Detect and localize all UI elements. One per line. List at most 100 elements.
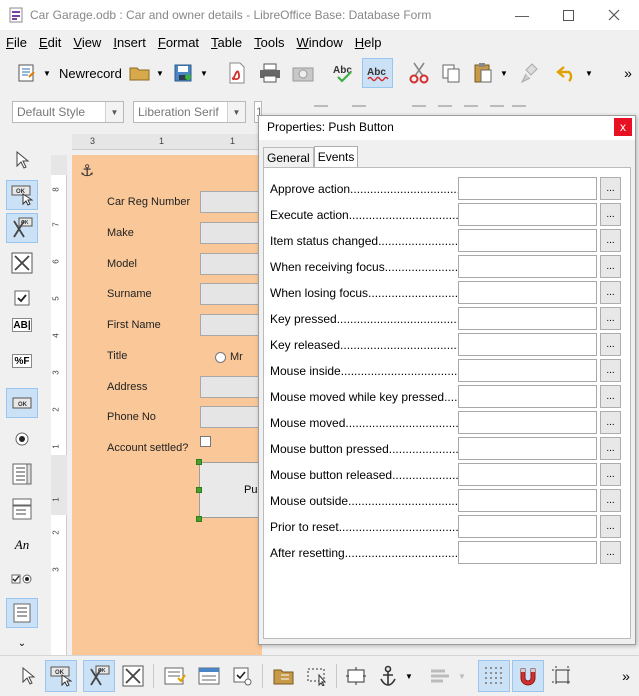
menu-insert[interactable]: Insert bbox=[107, 35, 152, 50]
tab-events[interactable]: Events bbox=[313, 146, 359, 168]
anchor-dropdown[interactable]: ▼ bbox=[402, 660, 416, 692]
menu-table[interactable]: Table bbox=[205, 35, 248, 50]
form-navigator-button[interactable] bbox=[6, 598, 38, 628]
paste-button[interactable] bbox=[469, 59, 497, 87]
more-controls-button[interactable] bbox=[6, 564, 38, 594]
form-canvas[interactable]: ⚓ Car Reg Number Make Model Surname Firs… bbox=[72, 155, 263, 655]
address-field[interactable] bbox=[200, 376, 262, 398]
alignment-button[interactable] bbox=[424, 660, 456, 692]
event-macro-field[interactable] bbox=[458, 411, 597, 434]
paragraph-style-combo[interactable]: Default Style ▼ bbox=[12, 101, 124, 123]
push-button-tool-button[interactable]: OK bbox=[6, 388, 38, 418]
copy-button[interactable] bbox=[437, 59, 465, 87]
event-macro-field[interactable] bbox=[458, 541, 597, 564]
form-design-tool-button[interactable] bbox=[6, 248, 38, 278]
control-wizards-button[interactable]: OK bbox=[6, 213, 38, 243]
design-mode-button[interactable]: OK bbox=[6, 180, 38, 210]
label-field-tool-button[interactable]: An bbox=[6, 530, 38, 560]
event-assign-button[interactable]: ... bbox=[600, 333, 621, 356]
event-macro-field[interactable] bbox=[458, 515, 597, 538]
event-macro-field[interactable] bbox=[458, 359, 597, 382]
save-dropdown[interactable]: ▼ bbox=[198, 59, 210, 87]
menu-help[interactable]: Help bbox=[349, 35, 388, 50]
print-button[interactable] bbox=[256, 59, 284, 87]
print-preview-button[interactable] bbox=[289, 59, 317, 87]
newrecord-button[interactable]: Newrecord bbox=[56, 63, 122, 83]
menu-edit[interactable]: Edit bbox=[33, 35, 67, 50]
bottom-toolbar-overflow-button[interactable]: » bbox=[616, 660, 636, 692]
model-field[interactable] bbox=[200, 253, 262, 275]
event-macro-field[interactable] bbox=[458, 307, 597, 330]
maximize-button[interactable] bbox=[545, 0, 591, 30]
event-assign-button[interactable]: ... bbox=[600, 411, 621, 434]
surname-field[interactable] bbox=[200, 283, 262, 305]
select-button[interactable] bbox=[12, 660, 44, 692]
activation-order-button[interactable] bbox=[226, 660, 258, 692]
select-tool-button[interactable] bbox=[6, 145, 38, 175]
account-settled-checkbox[interactable] bbox=[200, 436, 211, 447]
phone-no-field[interactable] bbox=[200, 406, 262, 428]
spelling-button[interactable]: Abc bbox=[330, 59, 358, 87]
event-assign-button[interactable]: ... bbox=[600, 385, 621, 408]
open-dropdown[interactable]: ▼ bbox=[154, 59, 166, 87]
event-macro-field[interactable] bbox=[458, 489, 597, 512]
event-assign-button[interactable]: ... bbox=[600, 203, 621, 226]
event-assign-button[interactable]: ... bbox=[600, 515, 621, 538]
form-design-button[interactable] bbox=[14, 59, 40, 87]
paste-dropdown[interactable]: ▼ bbox=[498, 59, 510, 87]
add-field-button[interactable] bbox=[268, 660, 300, 692]
list-box-tool-button[interactable] bbox=[6, 459, 38, 489]
dialog-close-button[interactable]: x bbox=[614, 118, 632, 136]
car-reg-number-field[interactable] bbox=[200, 191, 262, 213]
cut-button[interactable] bbox=[405, 59, 433, 87]
menu-tools[interactable]: Tools bbox=[248, 35, 290, 50]
event-macro-field[interactable] bbox=[458, 463, 597, 486]
event-assign-button[interactable]: ... bbox=[600, 489, 621, 512]
design-mode-toggle-button[interactable]: OK bbox=[45, 660, 77, 692]
first-name-field[interactable] bbox=[200, 314, 262, 336]
event-macro-field[interactable] bbox=[458, 229, 597, 252]
event-assign-button[interactable]: ... bbox=[600, 541, 621, 564]
undo-button[interactable] bbox=[553, 59, 581, 87]
form-properties-button[interactable] bbox=[193, 660, 225, 692]
display-grid-button[interactable] bbox=[478, 660, 510, 692]
event-assign-button[interactable]: ... bbox=[600, 463, 621, 486]
auto-spellcheck-button[interactable]: Abc bbox=[362, 58, 393, 88]
form-design-toggle-button[interactable] bbox=[117, 660, 149, 692]
focus-control-button[interactable] bbox=[301, 660, 333, 692]
event-macro-field[interactable] bbox=[458, 333, 597, 356]
clone-formatting-button[interactable] bbox=[516, 59, 544, 87]
undo-dropdown[interactable]: ▼ bbox=[583, 59, 595, 87]
save-button[interactable] bbox=[170, 59, 196, 87]
menu-window[interactable]: Window bbox=[290, 35, 348, 50]
chevron-down-icon[interactable]: ▼ bbox=[227, 102, 245, 122]
menu-file[interactable]: File bbox=[0, 35, 33, 50]
event-macro-field[interactable] bbox=[458, 437, 597, 460]
helplines-button[interactable] bbox=[546, 660, 578, 692]
text-box-tool-button[interactable]: AB| bbox=[12, 318, 32, 332]
tab-general[interactable]: General bbox=[263, 147, 314, 167]
formatted-field-tool-button[interactable]: %F bbox=[12, 354, 32, 368]
font-name-combo[interactable]: Liberation Serif ▼ bbox=[133, 101, 246, 123]
control-properties-button[interactable] bbox=[159, 660, 191, 692]
close-window-button[interactable] bbox=[591, 0, 637, 30]
push-button-control[interactable]: Pus bbox=[199, 462, 263, 518]
event-assign-button[interactable]: ... bbox=[600, 255, 621, 278]
minimize-button[interactable]: — bbox=[499, 0, 545, 30]
toolbar-overflow-button[interactable]: » bbox=[619, 59, 637, 87]
title-radio-mr[interactable] bbox=[215, 352, 226, 363]
event-assign-button[interactable]: ... bbox=[600, 281, 621, 304]
event-assign-button[interactable]: ... bbox=[600, 307, 621, 330]
selection-handle[interactable] bbox=[196, 459, 202, 465]
event-macro-field[interactable] bbox=[458, 177, 597, 200]
event-macro-field[interactable] bbox=[458, 281, 597, 304]
anchor-button[interactable] bbox=[372, 660, 404, 692]
position-size-button[interactable] bbox=[340, 660, 372, 692]
event-macro-field[interactable] bbox=[458, 385, 597, 408]
event-macro-field[interactable] bbox=[458, 203, 597, 226]
event-assign-button[interactable]: ... bbox=[600, 359, 621, 382]
selection-handle[interactable] bbox=[196, 487, 202, 493]
selection-handle[interactable] bbox=[196, 516, 202, 522]
menu-view[interactable]: View bbox=[67, 35, 107, 50]
control-wizards-toggle-button[interactable]: OK bbox=[83, 660, 115, 692]
